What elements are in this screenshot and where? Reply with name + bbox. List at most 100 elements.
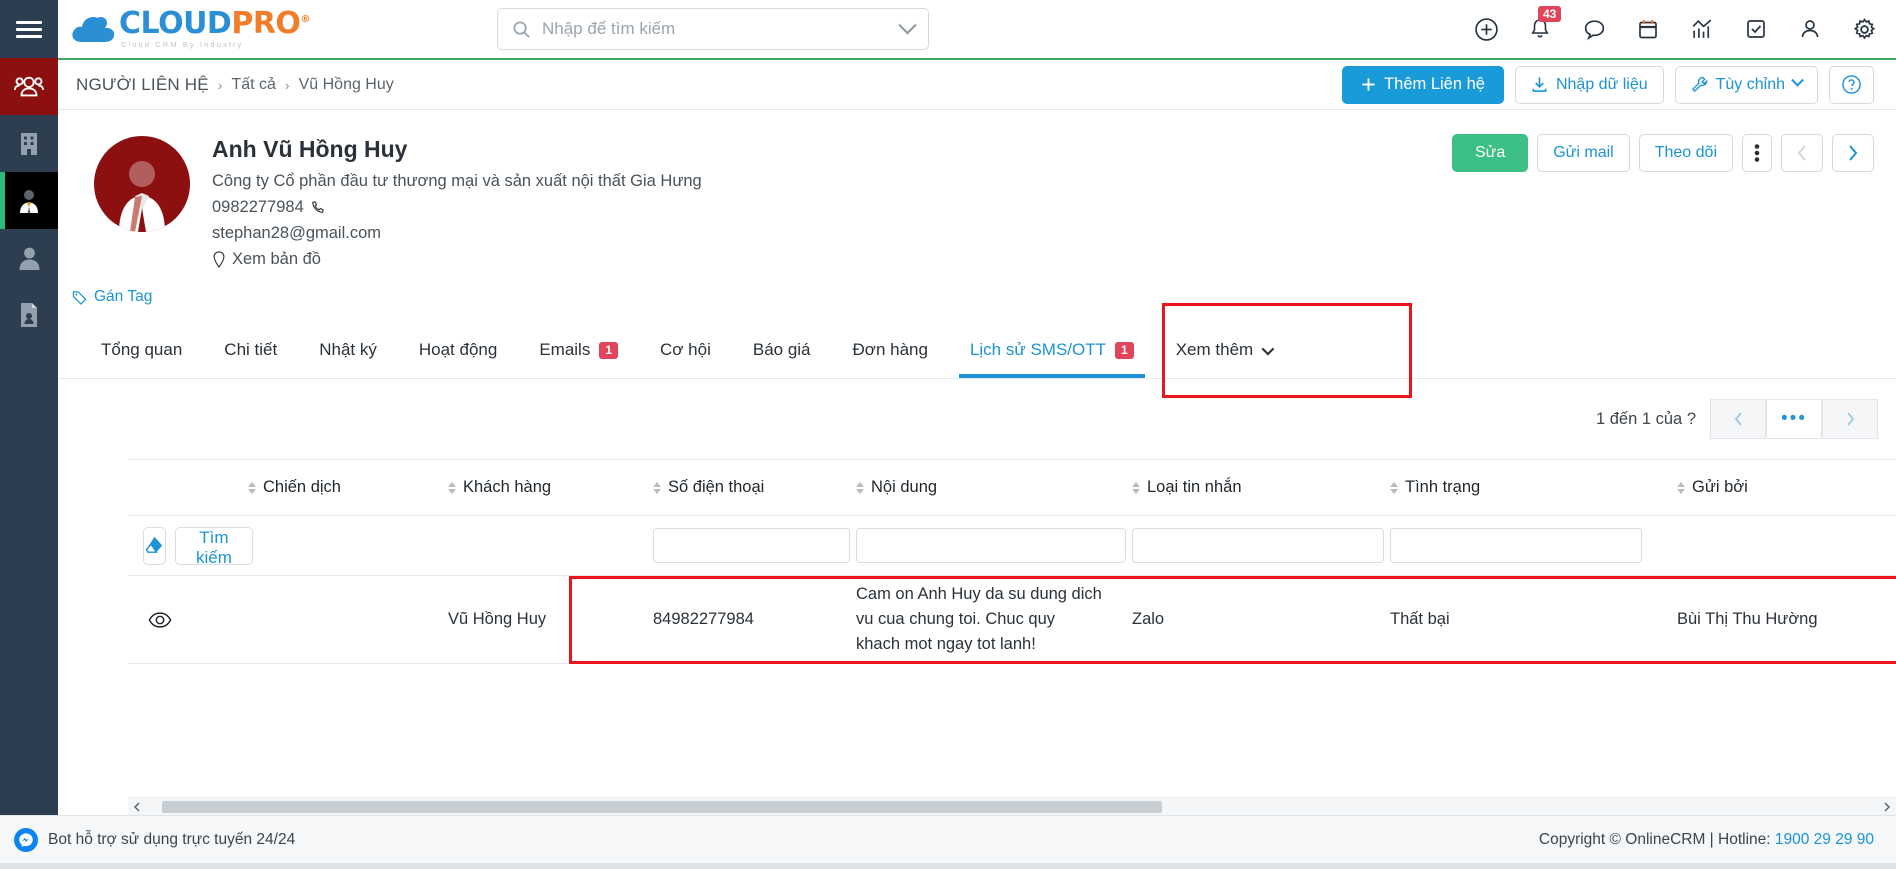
tab-tong-quan[interactable]: Tổng quan — [80, 322, 203, 378]
column-label: Khách hàng — [463, 478, 552, 496]
tab-badge: 1 — [599, 341, 619, 359]
calendar-icon[interactable] — [1634, 15, 1662, 43]
user-profile-icon — [19, 247, 39, 270]
scroll-left-arrow[interactable] — [128, 802, 146, 812]
tab-hoat-dong[interactable]: Hoạt động — [398, 322, 518, 378]
sidebar-item-contacts-group[interactable] — [0, 58, 58, 115]
filter-input-message-type[interactable] — [1132, 528, 1384, 563]
tab-xem-them[interactable]: Xem thêm — [1155, 322, 1292, 378]
follow-button[interactable]: Theo dõi — [1638, 134, 1733, 172]
sidebar-item-company[interactable] — [0, 115, 58, 172]
import-data-button[interactable]: Nhập dữ liệu — [1514, 65, 1664, 104]
search-filter-button[interactable]: Tìm kiếm — [175, 526, 253, 567]
cell-sent-by: Bùi Thị Thu Hường — [1677, 610, 1818, 628]
copyright-label: Copyright © OnlineCRM | Hotline: — [1538, 830, 1771, 848]
scroll-right-arrow[interactable] — [1878, 802, 1896, 812]
column-header-sent-by[interactable]: Gửi bởi — [1677, 478, 1877, 497]
previous-record-button[interactable] — [1781, 134, 1823, 172]
chevron-down-icon[interactable] — [898, 15, 917, 34]
tab-lich-su-sms-ott[interactable]: Lịch sử SMS/OTT 1 — [949, 322, 1155, 378]
clear-filter-button[interactable] — [143, 526, 166, 565]
column-header-campaign[interactable]: Chiến dịch — [248, 478, 448, 497]
sort-icon — [653, 481, 661, 494]
contact-email[interactable]: stephan28@gmail.com — [212, 220, 702, 246]
breadcrumb-root[interactable]: NGƯỜI LIÊN HỆ — [76, 75, 209, 95]
tab-label: Xem thêm — [1175, 340, 1254, 359]
bell-icon[interactable]: 43 — [1526, 6, 1562, 43]
assign-tag-label: Gán Tag — [94, 288, 153, 305]
table-header-row: Chiến dịch Khách hàng Số điện thoại Nội … — [128, 460, 1896, 516]
download-icon — [1532, 77, 1547, 92]
task-check-icon[interactable] — [1742, 15, 1770, 43]
horizontal-scrollbar[interactable] — [128, 797, 1896, 815]
column-header-phone[interactable]: Số điện thoại — [653, 478, 856, 497]
gear-icon[interactable] — [1850, 15, 1878, 43]
tab-bao-gia[interactable]: Báo giá — [732, 322, 832, 378]
breadcrumb-item-all[interactable]: Tất cả — [231, 76, 275, 94]
pagination-summary: 1 đến 1 của ? — [1596, 410, 1696, 429]
more-options-button[interactable] — [1742, 134, 1772, 172]
plus-circle-icon[interactable] — [1472, 15, 1500, 43]
chevron-right-icon — [1846, 412, 1854, 426]
column-label: Nội dung — [871, 478, 938, 496]
edit-button[interactable]: Sửa — [1451, 134, 1529, 172]
scrollbar-thumb[interactable] — [162, 800, 1162, 813]
column-label: Chiến dịch — [263, 478, 341, 496]
sort-icon — [248, 481, 256, 494]
tab-chi-tiet[interactable]: Chi tiết — [203, 322, 298, 378]
help-button[interactable] — [1829, 65, 1874, 104]
filter-input-status[interactable] — [1390, 528, 1642, 563]
chevron-left-icon — [1797, 145, 1806, 161]
tab-don-hang[interactable]: Đơn hàng — [832, 322, 949, 378]
pagination-more-button[interactable]: ••• — [1766, 399, 1822, 439]
sidebar-item-document-person[interactable] — [0, 286, 58, 343]
chat-bubble-icon[interactable] — [1580, 15, 1608, 43]
phone-icon[interactable] — [310, 200, 325, 215]
pagination-total: ? — [1686, 409, 1696, 428]
next-record-button[interactable] — [1832, 134, 1874, 172]
scrollbar-track[interactable] — [146, 800, 1878, 813]
support-bot-link[interactable]: Bot hỗ trợ sử dụng trực tuyến 24/24 — [14, 827, 295, 852]
import-data-label: Nhập dữ liệu — [1555, 75, 1648, 93]
sort-icon — [856, 481, 864, 494]
column-label: Loại tin nhắn — [1147, 478, 1242, 496]
notification-badge: 43 — [1538, 6, 1562, 22]
hotline-link[interactable]: 1900 29 29 90 — [1775, 831, 1874, 848]
eye-icon[interactable] — [148, 608, 172, 632]
chevron-down-icon — [1791, 73, 1804, 87]
contact-summary-card: Anh Vũ Hồng Huy Công ty Cổ phần đầu tư t… — [58, 110, 1896, 272]
tab-label: Tổng quan — [101, 340, 183, 359]
user-icon[interactable] — [1796, 15, 1824, 43]
body-wrapper: NGƯỜI LIÊN HỆ › Tất cả › Vũ Hồng Huy Thê… — [0, 58, 1896, 815]
footer-bar: Bot hỗ trợ sử dụng trực tuyến 24/24 Copy… — [0, 815, 1896, 863]
table-row[interactable]: Vũ Hồng Huy 84982277984 Cam on Anh Huy d… — [128, 576, 1896, 664]
cloudpro-logo[interactable]: CLOUDPRO® Cloud CRM By Industry — [70, 9, 310, 49]
contact-map-row[interactable]: Xem bản đồ — [212, 246, 702, 272]
pagination-next-button[interactable] — [1822, 399, 1878, 439]
column-header-customer[interactable]: Khách hàng — [448, 478, 653, 497]
cell-message-type: Zalo — [1132, 610, 1165, 628]
bottom-strip — [0, 863, 1896, 869]
assign-tag-link[interactable]: Gán Tag — [72, 288, 1896, 306]
column-header-content[interactable]: Nội dung — [856, 478, 1132, 497]
cloud-icon — [70, 12, 116, 46]
global-search-box[interactable]: Nhập để tìm kiếm — [497, 8, 929, 50]
breadcrumb-actions: Thêm Liên hệ Nhập dữ liệu Tùy chỉnh — [1342, 65, 1874, 104]
filter-input-phone[interactable] — [653, 528, 850, 563]
sidebar-item-contact-person[interactable] — [0, 172, 58, 229]
filter-input-content[interactable] — [856, 528, 1126, 563]
contact-phone: 0982277984 — [212, 198, 304, 216]
customize-button[interactable]: Tùy chỉnh — [1674, 65, 1818, 104]
add-contact-button[interactable]: Thêm Liên hệ — [1342, 65, 1504, 104]
column-header-message-type[interactable]: Loại tin nhắn — [1132, 478, 1390, 497]
pagination-prev-button[interactable] — [1710, 399, 1766, 439]
analytics-chart-icon[interactable] — [1688, 15, 1716, 43]
map-pin-icon — [213, 250, 225, 268]
sidebar-item-user-profile[interactable] — [0, 229, 58, 286]
column-header-status[interactable]: Tình trạng — [1390, 478, 1677, 497]
tab-emails[interactable]: Emails 1 — [518, 322, 639, 378]
send-mail-button[interactable]: Gửi mail — [1537, 134, 1630, 172]
tab-nhat-ky[interactable]: Nhật ký — [298, 322, 398, 378]
menu-toggle-button[interactable] — [0, 0, 58, 58]
tab-co-hoi[interactable]: Cơ hội — [639, 322, 732, 378]
